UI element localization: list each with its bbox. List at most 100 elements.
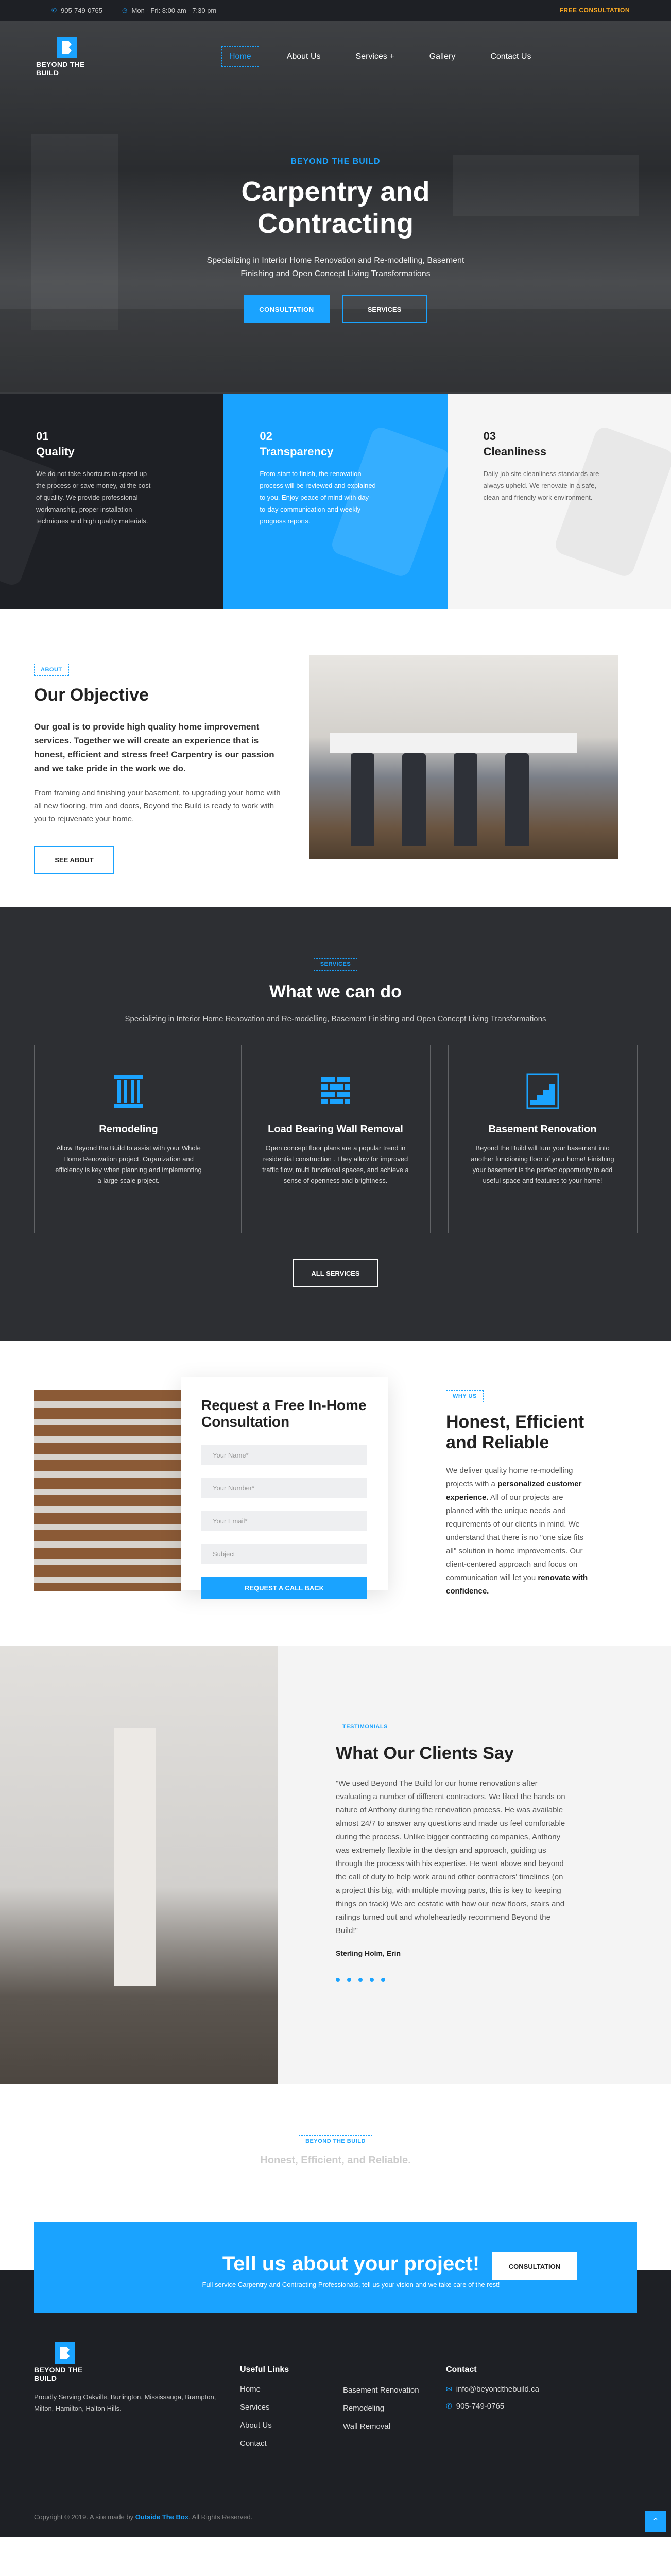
footer-link-contact[interactable]: Contact: [240, 2439, 289, 2448]
consultation-button[interactable]: CONSULTATION: [244, 295, 330, 323]
footer-link-services[interactable]: Services: [240, 2403, 289, 2412]
clock-icon: ◷: [122, 7, 128, 14]
useful-links-col2: Basement Renovation Remodeling Wall Remo…: [343, 2386, 419, 2440]
about-tag: ABOUT: [34, 664, 69, 676]
about-section: ABOUT Our Objective Our goal is to provi…: [0, 609, 671, 907]
service-title: Remodeling: [99, 1124, 158, 1135]
service-card-wall-removal[interactable]: Load Bearing Wall Removal Open concept f…: [240, 1045, 431, 1233]
footer-link-home[interactable]: Home: [240, 2385, 289, 2394]
top-bar: ✆ 905-749-0765 ◷ Mon - Fri: 8:00 am - 7:30…: [0, 0, 671, 21]
form-title: Request a Free In-Home Consultation: [201, 1397, 367, 1430]
feature-cleanliness: 03 Cleanliness Daily job site cleanlines…: [447, 394, 671, 609]
bar-stool: [351, 753, 374, 846]
carousel-dot[interactable]: [347, 1978, 351, 1982]
email-field[interactable]: Your Email*: [201, 1511, 367, 1531]
useful-links-col1: Useful Links Home Services About Us Cont…: [240, 2365, 289, 2457]
footer-link-basement[interactable]: Basement Renovation: [343, 2386, 419, 2395]
services-title: What we can do: [269, 982, 402, 1002]
nav-about[interactable]: About Us: [280, 47, 328, 66]
nav-menu: Home About Us Services + Gallery Contact…: [221, 46, 559, 67]
bar-stool: [454, 753, 477, 846]
project-consultation-button[interactable]: CONSULTATION: [492, 2252, 577, 2280]
footer-email[interactable]: ✉ info@beyondthebuild.ca: [446, 2385, 539, 2394]
service-text: Open concept floor plans are a popular t…: [262, 1144, 409, 1184]
nav-home[interactable]: Home: [221, 46, 259, 67]
why-paragraph: We deliver quality home re-modelling pro…: [446, 1466, 588, 1596]
carousel-dot[interactable]: [358, 1978, 363, 1982]
service-card-basement[interactable]: Basement Renovation Beyond the Build wil…: [448, 1045, 638, 1233]
copyright-bar: Copyright © 2019. A site made by Outside…: [0, 2497, 671, 2537]
outside-the-box-link[interactable]: Outside The Box: [135, 2513, 188, 2521]
footer-logo[interactable]: BEYOND THE BUILD: [34, 2342, 96, 2382]
why-tag: WHY US: [446, 1390, 484, 1402]
phone-icon: ✆: [446, 2402, 452, 2410]
site-logo[interactable]: BEYOND THE BUILD: [36, 37, 98, 77]
carousel-dot[interactable]: [381, 1978, 385, 1982]
footer-contact: Contact ✉ info@beyondthebuild.ca ✆ 905-749…: [446, 2365, 539, 2419]
testimonials-title: What Our Clients Say: [336, 1743, 514, 1763]
hero-section: BEYOND THE BUILD Home About Us Services …: [0, 21, 671, 394]
hero-kicker: BEYOND THE BUILD: [290, 157, 381, 166]
kitchen-island: [330, 733, 577, 753]
basement-photo: [0, 1646, 278, 2084]
features-strip: 01 Quality We do not take shortcuts to s…: [0, 394, 671, 609]
subject-field[interactable]: Subject: [201, 1544, 367, 1564]
services-button[interactable]: SERVICES: [341, 295, 427, 323]
about-paragraph: From framing and finishing your basement…: [34, 789, 281, 823]
project-text: Full service Carpentry and Contracting P…: [202, 2281, 500, 2289]
project-cta-band: Tell us about your project! Full service…: [34, 2222, 637, 2313]
nav-contact[interactable]: Contact Us: [483, 47, 538, 66]
testimonials-tag: TESTIMONIALS: [336, 1721, 394, 1733]
kitchen-photo: [309, 655, 618, 859]
bar-stool: [505, 753, 529, 846]
brick-wall-icon: [319, 1073, 352, 1109]
all-services-button[interactable]: ALL SERVICES: [293, 1259, 378, 1287]
hero-title: Carpentry and Contracting: [241, 176, 430, 239]
about-content: ABOUT Our Objective Our goal is to provi…: [34, 664, 286, 874]
consultation-form: Request a Free In-Home Consultation Your…: [181, 1377, 388, 1599]
hero-subtitle: Specializing in Interior Home Renovation…: [207, 256, 464, 278]
service-card-remodeling[interactable]: Remodeling Allow Beyond the Build to ass…: [33, 1045, 223, 1233]
footer-link-remodeling[interactable]: Remodeling: [343, 2404, 419, 2413]
main-nav: BEYOND THE BUILD Home About Us Services …: [0, 21, 671, 93]
footer-link-about[interactable]: About Us: [240, 2421, 289, 2430]
service-title: Basement Renovation: [488, 1124, 597, 1135]
basement-column: [114, 1728, 156, 1986]
service-text: Beyond the Build will turn your basement…: [471, 1144, 614, 1184]
phone-icon: ✆: [51, 7, 57, 14]
topbar-hours: ◷ Mon - Fri: 8:00 am - 7:30 pm: [122, 6, 217, 14]
name-field[interactable]: Your Name*: [201, 1445, 367, 1465]
logo-b-icon: [57, 37, 77, 58]
honest-section: BEYOND THE BUILD Honest, Efficient, and …: [0, 2084, 671, 2313]
scroll-to-top-button[interactable]: ⌃: [645, 2511, 666, 2532]
number-field[interactable]: Your Number*: [201, 1478, 367, 1498]
stairs-icon: [526, 1073, 559, 1109]
carousel-dots: [336, 1978, 567, 1982]
useful-links-title: Useful Links: [240, 2365, 289, 2374]
envelope-icon: ✉: [446, 2385, 452, 2393]
why-us-content: WHY US Honest, Efficient and Reliable We…: [446, 1390, 590, 1598]
footer-link-wall-removal[interactable]: Wall Removal: [343, 2422, 419, 2431]
hero-content: BEYOND THE BUILD Carpentry and Contracti…: [0, 157, 671, 323]
about-lead: Our goal is to provide high quality home…: [34, 722, 274, 773]
chevron-up-icon: ⌃: [652, 2517, 659, 2526]
why-us-section: Request a Free In-Home Consultation Your…: [0, 1341, 671, 1646]
footer-phone[interactable]: ✆ 905-749-0765: [446, 2402, 539, 2411]
services-tag: SERVICES: [313, 958, 358, 971]
carousel-dot[interactable]: [336, 1978, 340, 1982]
feature-number: 01: [36, 430, 49, 443]
carousel-dot[interactable]: [370, 1978, 374, 1982]
footer-description: Proudly Serving Oakville, Burlington, Mi…: [34, 2393, 216, 2412]
feature-title: Quality: [36, 445, 75, 458]
bar-stool: [402, 753, 426, 846]
testimonial-content: TESTIMONIALS What Our Clients Say "We us…: [336, 1721, 567, 1982]
nav-services[interactable]: Services +: [349, 47, 402, 66]
column-icon: [112, 1073, 145, 1109]
services-section: SERVICES What we can do Specializing in …: [0, 907, 671, 1341]
see-about-button[interactable]: SEE ABOUT: [34, 846, 114, 874]
free-consultation-link[interactable]: FREE CONSULTATION: [560, 0, 630, 21]
topbar-phone[interactable]: ✆ 905-749-0765: [51, 7, 102, 14]
testimonials-section: TESTIMONIALS What Our Clients Say "We us…: [0, 1646, 671, 2084]
nav-gallery[interactable]: Gallery: [422, 47, 463, 66]
request-callback-button[interactable]: REQUEST A CALL BACK: [201, 1577, 367, 1599]
